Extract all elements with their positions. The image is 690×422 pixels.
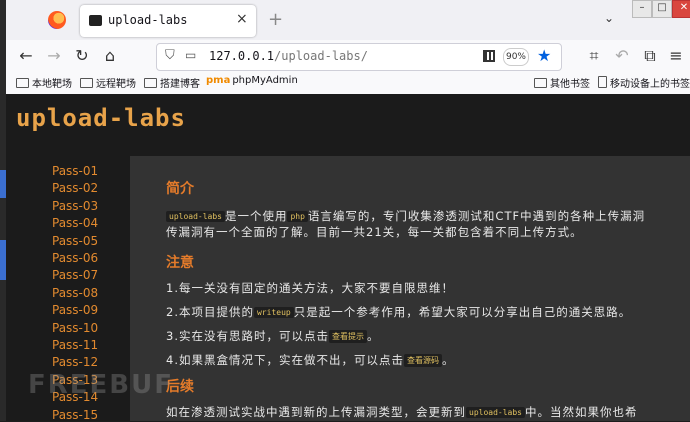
bookmark-phpmyadmin[interactable]: pma phpMyAdmin	[206, 75, 298, 86]
tab-upload-labs[interactable]: upload-labs ×	[80, 5, 256, 37]
followup-line: 如在渗透测试实战中遇到新的上传漏洞类型，会更新到 upload-labs 中。当然如…	[166, 405, 638, 419]
note-3: 3.实在没有思路时，可以点击 查看提示。	[166, 329, 380, 343]
reload-icon[interactable]: ↻	[72, 46, 92, 66]
pass-item[interactable]: Pass-15	[52, 408, 98, 422]
writeup-link[interactable]: writeup	[253, 307, 294, 318]
phpmyadmin-icon: pma	[206, 75, 231, 86]
mobile-icon	[598, 76, 607, 88]
folder-icon	[144, 78, 157, 88]
close-icon[interactable]: ×	[236, 11, 248, 27]
extensions-icon[interactable]: ⧉	[640, 46, 660, 66]
maximize-button[interactable]: □	[652, 0, 672, 18]
home-icon[interactable]: ⌂	[100, 46, 120, 66]
crop-icon[interactable]: ⌗	[584, 46, 604, 66]
minimize-button[interactable]: –	[632, 0, 652, 18]
code-tag: upload-labs	[166, 211, 225, 222]
pass-item[interactable]: Pass-03	[52, 199, 98, 213]
page-info-icon[interactable]: ▭	[185, 48, 196, 62]
tab-title: upload-labs	[108, 13, 188, 27]
terminal-icon	[89, 15, 102, 26]
intro-line-1: upload-labs 是一个使用 php 语言编写的，专门收集渗透测试和CTF中遇到…	[166, 208, 645, 224]
pass-item[interactable]: Pass-07	[52, 268, 98, 282]
new-tab-icon[interactable]: +	[268, 9, 283, 30]
pass-item[interactable]: Pass-12	[52, 355, 98, 369]
pass-item[interactable]: Pass-11	[52, 338, 98, 352]
note-1: 1.每一关没有固定的通关方法，大家不要自限思维！	[166, 281, 454, 295]
note-2: 2.本项目提供的 writeup 只是起一个参考作用，希望大家可以分享出自己的通关思…	[166, 305, 632, 319]
tab-strip: upload-labs × + ⌄ – □ ✕	[6, 0, 690, 40]
bookmark-local-range[interactable]: 本地靶场	[16, 75, 72, 90]
folder-icon	[534, 78, 547, 88]
pass-item[interactable]: Pass-08	[52, 286, 98, 300]
bookmark-star-icon[interactable]: ★	[537, 46, 551, 65]
intro-heading: 简介	[166, 181, 194, 197]
url-text[interactable]: 127.0.0.1/upload-labs/	[209, 49, 368, 63]
zoom-level[interactable]: 90%	[503, 48, 529, 66]
code-tag: upload-labs	[466, 407, 525, 418]
bookmark-blog[interactable]: 搭建博客	[144, 75, 200, 90]
view-source-button[interactable]: 查看源码	[403, 354, 442, 367]
chevron-down-icon[interactable]: ⌄	[604, 11, 614, 25]
watermark: FREEBUF	[28, 370, 174, 400]
undo-icon[interactable]: ↶	[612, 46, 632, 66]
forward-icon[interactable]: →	[44, 46, 64, 66]
shield-icon[interactable]: ⛉	[165, 48, 175, 63]
main-panel: 简介 upload-labs 是一个使用 php 语言编写的，专门收集渗透测试和CTF…	[130, 156, 690, 421]
intro-line-2: 传漏洞有一个全面的了解。目前一共21关，每一关都包含着不同上传方式。	[166, 225, 583, 239]
menu-icon[interactable]: ≡	[666, 46, 686, 66]
pass-item[interactable]: Pass-06	[52, 251, 98, 265]
pass-item[interactable]: Pass-04	[52, 216, 98, 230]
pass-item[interactable]: Pass-02	[52, 181, 98, 195]
bookmarks-bar: 本地靶场 远程靶场 搭建博客 pma phpMyAdmin 其他书签 移动设备上的…	[6, 72, 690, 95]
qr-code-icon[interactable]	[483, 50, 495, 62]
url-bar[interactable]: ⛉ ▭ 127.0.0.1/upload-labs/ 90% ★	[156, 43, 562, 71]
pass-item[interactable]: Pass-05	[52, 234, 98, 248]
navigation-bar: ← → ↻ ⌂ ⛉ ▭ 127.0.0.1/upload-labs/ 90% ★…	[6, 40, 690, 72]
folder-icon	[16, 78, 29, 88]
bookmark-other[interactable]: 其他书签	[534, 75, 590, 90]
folder-icon	[80, 78, 93, 88]
bookmark-remote-range[interactable]: 远程靶场	[80, 75, 136, 90]
note-4: 4.如果黑盒情况下，实在做不出，可以点击 查看源码。	[166, 353, 455, 367]
site-logo[interactable]: upload-labs	[16, 104, 186, 132]
bookmark-mobile[interactable]: 移动设备上的书签	[598, 75, 690, 90]
pass-item[interactable]: Pass-09	[52, 303, 98, 317]
notes-heading: 注意	[166, 255, 194, 271]
firefox-icon[interactable]	[48, 11, 66, 29]
code-tag: php	[287, 211, 308, 222]
pass-item[interactable]: Pass-10	[52, 321, 98, 335]
window-close-button[interactable]: ✕	[672, 0, 690, 18]
pass-item[interactable]: Pass-01	[52, 164, 98, 178]
view-hint-button[interactable]: 查看提示	[328, 330, 367, 343]
back-icon[interactable]: ←	[16, 46, 36, 66]
